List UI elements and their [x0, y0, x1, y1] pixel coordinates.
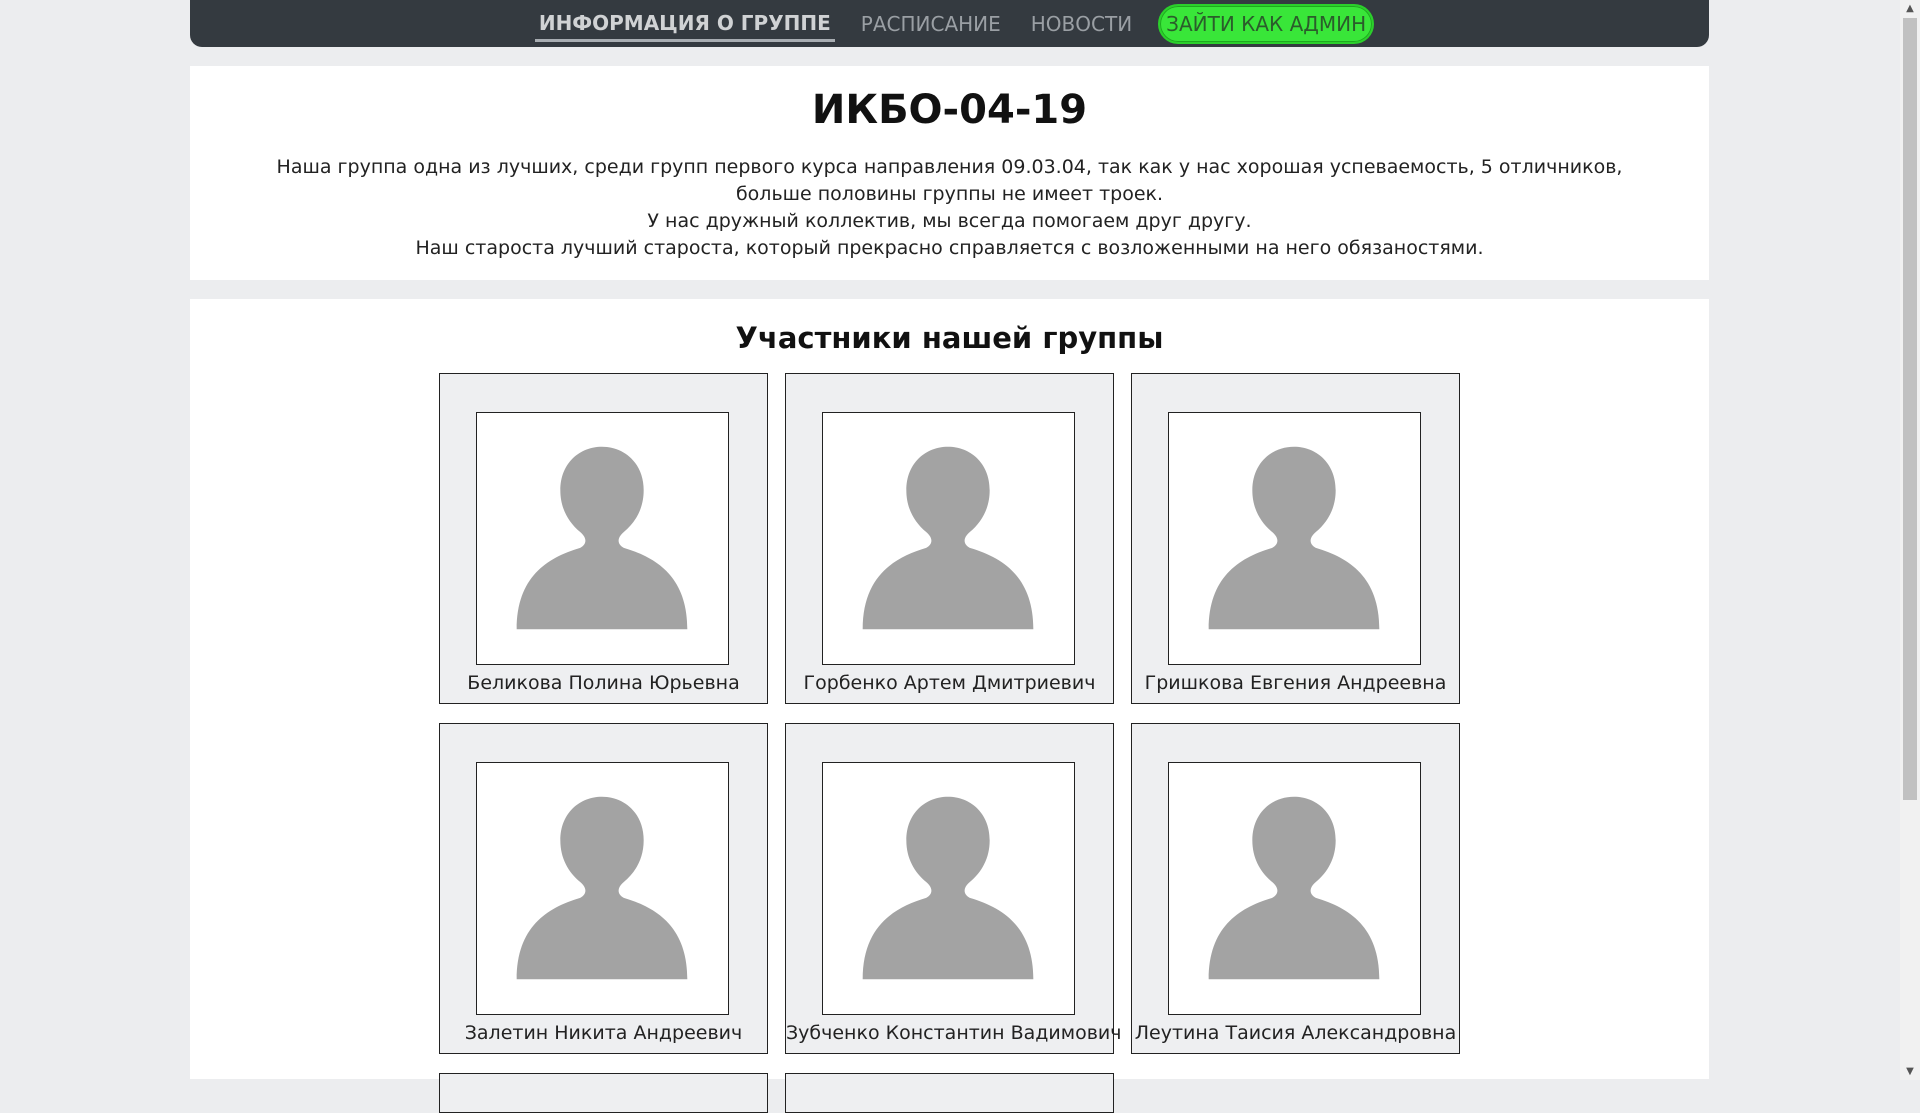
- group-description-line: больше половины группы не имеет троек.: [735, 183, 1164, 205]
- member-photo: [822, 412, 1075, 665]
- member-card[interactable]: Залетин Никита Андреевич: [439, 723, 768, 1054]
- member-card[interactable]: [439, 1073, 768, 1113]
- group-description-line: У нас дружный коллектив, мы всегда помог…: [647, 210, 1252, 232]
- group-description-line: Наша группа одна из лучших, среди групп …: [276, 156, 1623, 178]
- member-name: Горбенко Артем Дмитриевич: [803, 672, 1096, 694]
- group-description-line: Наш староста лучший староста, который пр…: [415, 237, 1484, 259]
- top-navbar: Информация о группе Расписание Новости З…: [190, 0, 1709, 47]
- members-grid: Беликова Полина Юрьевна Горбенко Артем Д…: [190, 373, 1709, 1113]
- member-card[interactable]: Зубченко Константин Вадимович: [785, 723, 1122, 1054]
- user-silhouette-icon: [862, 446, 1034, 630]
- group-info-section: ИКБО-04-19 Наша группа одна из лучших, с…: [190, 66, 1709, 280]
- nav-link-news[interactable]: Новости: [1027, 7, 1136, 40]
- member-card[interactable]: Леутина Таисия Александровна: [1131, 723, 1460, 1054]
- user-silhouette-icon: [516, 446, 688, 630]
- page: Информация о группе Расписание Новости З…: [190, 0, 1709, 1113]
- nav-link-group-info[interactable]: Информация о группе: [534, 6, 835, 42]
- member-card[interactable]: Гришкова Евгения Андреевна: [1131, 373, 1460, 704]
- member-name: Гришкова Евгения Андреевна: [1144, 672, 1447, 694]
- member-photo: [822, 762, 1075, 1015]
- scroll-up-arrow-icon[interactable]: ▲: [1900, 0, 1920, 17]
- member-card[interactable]: Горбенко Артем Дмитриевич: [785, 373, 1114, 704]
- nav-link-schedule[interactable]: Расписание: [857, 7, 1005, 40]
- member-name: Залетин Никита Андреевич: [464, 1022, 743, 1044]
- member-card[interactable]: [785, 1073, 1114, 1113]
- group-title: ИКБО-04-19: [811, 87, 1088, 133]
- members-title: Участники нашей группы: [735, 321, 1164, 355]
- member-photo: [476, 412, 729, 665]
- user-silhouette-icon: [516, 796, 688, 980]
- scroll-down-arrow-icon[interactable]: ▼: [1900, 1063, 1920, 1080]
- member-name: Зубченко Константин Вадимович: [786, 1022, 1122, 1044]
- user-silhouette-icon: [862, 796, 1034, 980]
- member-name: Леутина Таисия Александровна: [1134, 1022, 1457, 1044]
- admin-login-button[interactable]: Зайти как админ: [1158, 3, 1375, 44]
- member-name: Беликова Полина Юрьевна: [467, 672, 740, 694]
- user-silhouette-icon: [1208, 446, 1380, 630]
- scrollbar-thumb[interactable]: [1903, 18, 1917, 800]
- members-section: Участники нашей группы Беликова Полина Ю…: [190, 299, 1709, 1113]
- member-photo: [476, 762, 729, 1015]
- member-photo: [1168, 412, 1421, 665]
- member-photo: [1168, 762, 1421, 1015]
- user-silhouette-icon: [1208, 796, 1380, 980]
- page-scrollbar[interactable]: ▲ ▼: [1900, 0, 1920, 1080]
- member-card[interactable]: Беликова Полина Юрьевна: [439, 373, 768, 704]
